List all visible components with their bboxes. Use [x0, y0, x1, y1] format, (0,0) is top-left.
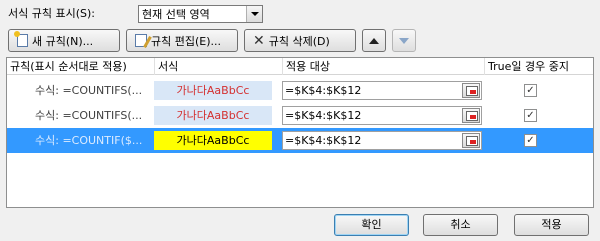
rule-row[interactable]: 수식: =COUNTIFS(... 가나다AaBbCc =$K$4:$K$12 … [7, 103, 593, 128]
delete-rule-label: 규칙 삭제(D) [268, 34, 330, 48]
header-applies-to: 적용 대상 [282, 58, 484, 75]
chevron-down-icon [250, 12, 259, 16]
applies-to-value: =$K$4:$K$12 [285, 84, 362, 97]
rules-toolbar: 새 규칙(N)... 규칙 편집(E)... ✕ 규칙 삭제(D) [8, 29, 416, 52]
edit-rule-label: 규칙 편집(E)... [151, 34, 221, 48]
applies-to-value: =$K$4:$K$12 [285, 134, 362, 147]
range-select-icon[interactable] [462, 108, 480, 123]
move-down-button[interactable] [392, 29, 416, 52]
rule-condition: 수식: =COUNTIF($... [35, 134, 143, 147]
header-rule: 규칙(표시 순서대로 적용) [10, 60, 127, 73]
applies-to-field[interactable]: =$K$4:$K$12 [282, 81, 482, 100]
range-select-icon[interactable] [462, 133, 480, 148]
format-preview: 가나다AaBbCc [154, 131, 272, 150]
applies-to-field[interactable]: =$K$4:$K$12 [282, 106, 482, 125]
rules-grid: 규칙(표시 순서대로 적용) 서식 적용 대상 True일 경우 중지 수식: … [6, 57, 594, 208]
grid-header: 규칙(표시 순서대로 적용) 서식 적용 대상 True일 경우 중지 [7, 58, 593, 75]
delete-rule-button[interactable]: ✕ 규칙 삭제(D) [244, 29, 356, 52]
applies-to-field[interactable]: =$K$4:$K$12 [282, 131, 482, 150]
stop-if-true-checkbox[interactable]: ✓ [524, 109, 537, 122]
ok-button[interactable]: 확인 [334, 214, 409, 236]
dropdown-button[interactable] [246, 6, 262, 22]
header-stop-if-true: True일 경우 중지 [484, 58, 593, 75]
stop-if-true-checkbox[interactable]: ✓ [524, 134, 537, 147]
applies-to-value: =$K$4:$K$12 [285, 109, 362, 122]
apply-button[interactable]: 적용 [514, 214, 589, 236]
show-rules-select[interactable]: 현재 선택 영역 [138, 5, 263, 23]
format-preview: 가나다AaBbCc [154, 81, 272, 100]
new-rule-icon [14, 31, 28, 47]
arrow-up-icon [369, 37, 379, 44]
rule-condition: 수식: =COUNTIFS(... [35, 109, 143, 122]
new-rule-button[interactable]: 새 규칙(N)... [8, 29, 120, 52]
arrow-down-icon [399, 37, 409, 44]
rule-row[interactable]: 수식: =COUNTIFS(... 가나다AaBbCc =$K$4:$K$12 … [7, 78, 593, 103]
format-preview: 가나다AaBbCc [154, 106, 272, 125]
rule-row-selected[interactable]: 수식: =COUNTIF($... 가나다AaBbCc =$K$4:$K$12 … [7, 128, 593, 153]
move-up-button[interactable] [362, 29, 386, 52]
header-format: 서식 [154, 58, 282, 75]
show-rules-value: 현재 선택 영역 [142, 8, 210, 21]
cancel-button[interactable]: 취소 [423, 214, 498, 236]
range-select-icon[interactable] [462, 83, 480, 98]
edit-rule-icon [135, 34, 147, 47]
new-rule-label: 새 규칙(N)... [32, 34, 94, 48]
delete-x-icon: ✕ [253, 32, 265, 49]
rule-condition: 수식: =COUNTIFS(... [35, 84, 143, 97]
edit-rule-button[interactable]: 규칙 편집(E)... [126, 29, 238, 52]
show-rules-label: 서식 규칙 표시(S): [8, 7, 95, 20]
stop-if-true-checkbox[interactable]: ✓ [524, 84, 537, 97]
